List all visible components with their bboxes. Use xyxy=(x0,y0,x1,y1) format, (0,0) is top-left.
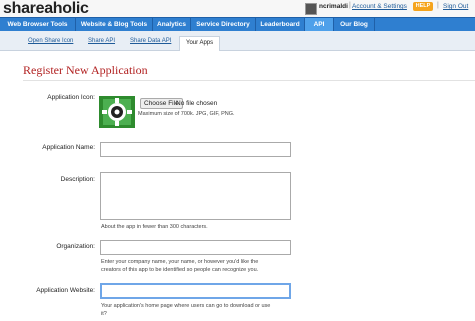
app-icon-image xyxy=(99,96,135,128)
nav-leaderboard[interactable]: Leaderboard xyxy=(256,18,305,32)
application-website-field[interactable] xyxy=(100,283,291,299)
organization-hint-line2: creators of this app to be identified so… xyxy=(101,267,259,273)
organization-field[interactable] xyxy=(100,240,291,255)
nav-website-blog-tools[interactable]: Website & Blog Tools xyxy=(76,18,153,32)
nav-our-blog[interactable]: Our Blog xyxy=(334,18,375,32)
separator: | xyxy=(437,2,439,9)
nav-service-directory[interactable]: Service Directory xyxy=(191,18,256,32)
account-settings-link[interactable]: Account & Settings xyxy=(352,3,407,10)
description-hint: About the app in fewer than 300 characte… xyxy=(101,224,208,230)
subnav-open-share-icon[interactable]: Open Share Icon xyxy=(28,38,73,44)
icon-hint: Maximum size of 700k. JPG, GIF, PNG. xyxy=(138,111,235,117)
subnav-share-api[interactable]: Share API xyxy=(88,38,115,44)
sign-out-link[interactable]: Sign Out xyxy=(443,3,468,10)
nav-web-browser-tools[interactable]: Web Browser Tools xyxy=(0,18,76,32)
app-icon-preview xyxy=(99,96,135,128)
application-icon-label: Application Icon: xyxy=(47,94,95,101)
separator: | xyxy=(349,2,351,9)
organization-hint-line1: Enter your company name, your name, or h… xyxy=(101,259,259,265)
website-hint-line2: it? xyxy=(101,311,107,317)
website-hint-line1: Your application's home page where users… xyxy=(101,303,271,309)
description-label: Description: xyxy=(60,176,95,183)
application-name-field[interactable] xyxy=(100,142,291,157)
sub-nav: Open Share Icon Share API Share Data API… xyxy=(0,31,475,51)
application-name-label: Application Name: xyxy=(42,144,95,151)
shareaholic-logo[interactable]: shareaholic xyxy=(3,0,89,17)
divider xyxy=(23,80,475,81)
no-file-chosen-text: No file chosen xyxy=(176,100,218,107)
subnav-share-data-api[interactable]: Share Data API xyxy=(130,38,171,44)
organization-label: Organization: xyxy=(56,243,95,250)
main-nav: Web Browser Tools Website & Blog Tools A… xyxy=(0,17,475,32)
help-button[interactable]: HELP xyxy=(413,2,433,11)
description-field[interactable] xyxy=(100,172,291,220)
subnav-your-apps[interactable]: Your Apps xyxy=(179,36,221,51)
page-title: Register New Application xyxy=(23,63,148,77)
user-avatar xyxy=(305,3,317,15)
username: ncrimaldi xyxy=(319,3,348,10)
nav-api[interactable]: API xyxy=(305,18,334,32)
top-bar: shareaholic ncrimaldi | Account & Settin… xyxy=(0,0,475,17)
application-website-label: Application Website: xyxy=(36,287,95,294)
nav-analytics[interactable]: Analytics xyxy=(153,18,191,32)
